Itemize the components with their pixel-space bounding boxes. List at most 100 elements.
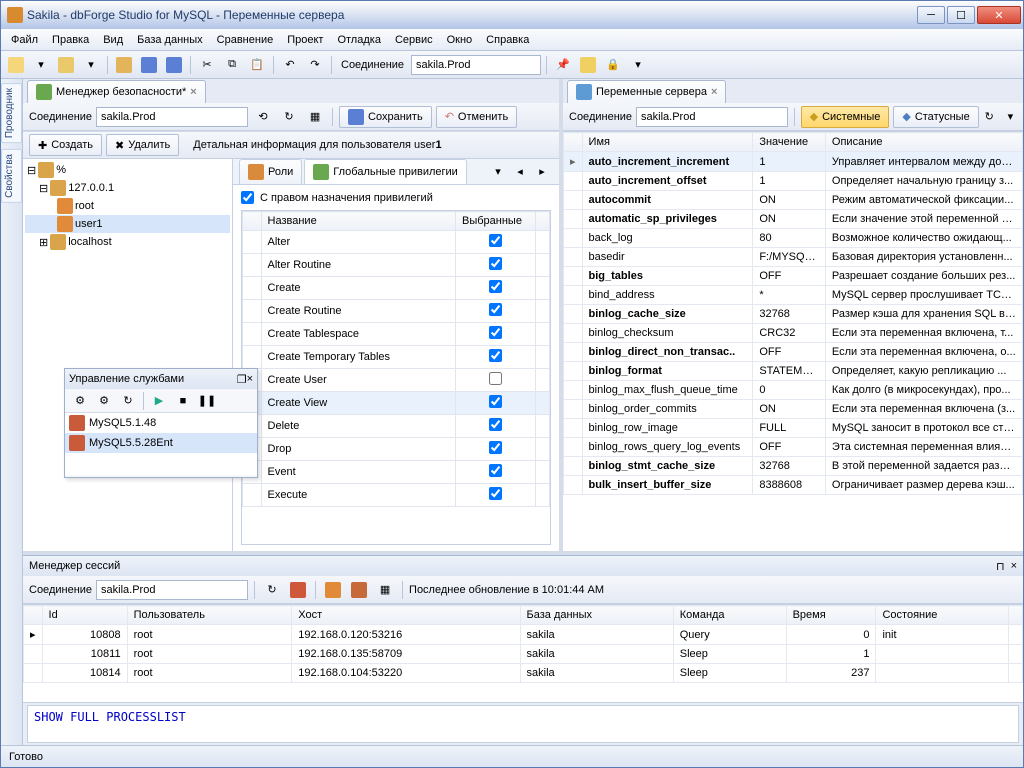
delete-button[interactable]: ✖Удалить: [106, 134, 179, 156]
var-row[interactable]: automatic_sp_privilegesONЕсли значение э…: [564, 210, 1023, 229]
menu-Отладка[interactable]: Отладка: [331, 32, 386, 48]
vars-grid[interactable]: ИмяЗначениеОписание ▸auto_increment_incr…: [563, 131, 1023, 551]
priv-row[interactable]: Delete: [243, 415, 550, 438]
close-button[interactable]: ✕: [977, 6, 1021, 24]
more-icon[interactable]: ▾: [1004, 106, 1017, 128]
tab-roles[interactable]: Роли: [239, 159, 302, 184]
var-row[interactable]: auto_increment_offset1Определяет начальн…: [564, 172, 1023, 191]
sec-conn-dropdown[interactable]: [96, 107, 248, 127]
saveall-icon[interactable]: [163, 54, 185, 76]
redo-icon[interactable]: ↷: [304, 54, 326, 76]
var-row[interactable]: bulk_insert_buffer_size8388608Ограничива…: [564, 476, 1023, 495]
more-icon[interactable]: ▾: [627, 54, 649, 76]
conn-dropdown[interactable]: [411, 55, 541, 75]
services-list[interactable]: MySQL5.1.48 MySQL5.5.28Ent: [65, 413, 257, 475]
tab-right-icon[interactable]: ▸: [531, 161, 553, 183]
save-button[interactable]: Сохранить: [339, 106, 432, 128]
close-tab-icon[interactable]: ×: [190, 86, 196, 98]
var-row[interactable]: binlog_rows_query_log_eventsOFFЭта систе…: [564, 438, 1023, 457]
system-vars-button[interactable]: ◆Системные: [801, 106, 890, 128]
session-grid[interactable]: IdПользовательХостБаза данныхКомандаВрем…: [23, 604, 1023, 703]
create-button[interactable]: ✚Создать: [29, 134, 102, 156]
tab-left-icon[interactable]: ◂: [509, 161, 531, 183]
var-row[interactable]: big_tablesOFFРазрешает создание больших …: [564, 267, 1023, 286]
var-row[interactable]: binlog_order_commitsONЕсли эта переменна…: [564, 400, 1023, 419]
var-row[interactable]: autocommitONРежим автоматической фиксаци…: [564, 191, 1023, 210]
kill-icon[interactable]: [287, 579, 309, 601]
session-row[interactable]: 10811root192.168.0.135:58709sakilaSleep1: [24, 645, 1023, 664]
var-row[interactable]: binlog_max_flush_queue_time0Как долго (в…: [564, 381, 1023, 400]
lock-icon[interactable]: 🔒: [602, 54, 624, 76]
grid-icon[interactable]: ▦: [304, 106, 326, 128]
pin-icon[interactable]: 📌: [552, 54, 574, 76]
minimize-button[interactable]: ─: [917, 6, 945, 24]
priv-row[interactable]: Create Temporary Tables: [243, 346, 550, 369]
menu-Окно[interactable]: Окно: [441, 32, 479, 48]
close-icon[interactable]: ×: [247, 373, 253, 385]
var-row[interactable]: back_log80Возможное количество ожидающ..…: [564, 229, 1023, 248]
grid-icon[interactable]: ▦: [374, 579, 396, 601]
close-tab-icon[interactable]: ×: [711, 86, 717, 98]
tab-opts-icon[interactable]: ▾: [487, 161, 509, 183]
open-icon[interactable]: [113, 54, 135, 76]
refresh-icon[interactable]: ↻: [117, 390, 139, 412]
session-row[interactable]: ▸10808root192.168.0.120:53216sakilaQuery…: [24, 625, 1023, 645]
menu-Вид[interactable]: Вид: [97, 32, 129, 48]
menu-Справка[interactable]: Справка: [480, 32, 535, 48]
new-icon[interactable]: ▾: [30, 54, 52, 76]
window-icon[interactable]: ❐: [237, 373, 247, 386]
priv-row[interactable]: Create Tablespace: [243, 323, 550, 346]
maximize-button[interactable]: ☐: [947, 6, 975, 24]
tab-global-privs[interactable]: Глобальные привилегии: [304, 159, 467, 184]
var-row[interactable]: binlog_direct_non_transac..OFFЕсли эта п…: [564, 343, 1023, 362]
sql-icon[interactable]: [5, 54, 27, 76]
session-row[interactable]: 10814root192.168.0.104:53220sakilaSleep2…: [24, 664, 1023, 683]
menu-Проект[interactable]: Проект: [281, 32, 329, 48]
var-row[interactable]: bind_address*MySQL сервер прослушивает T…: [564, 286, 1023, 305]
var-row[interactable]: binlog_row_imageFULLMySQL заносит в прот…: [564, 419, 1023, 438]
pause-icon[interactable]: ❚❚: [196, 390, 218, 412]
user2-icon[interactable]: [348, 579, 370, 601]
refresh-icon[interactable]: ⟲: [252, 106, 274, 128]
priv-row[interactable]: Execute: [243, 484, 550, 507]
close-icon[interactable]: ×: [1011, 560, 1017, 572]
sidetab-properties[interactable]: Свойства: [1, 149, 22, 203]
menu-Сервис[interactable]: Сервис: [389, 32, 439, 48]
menu-Правка[interactable]: Правка: [46, 32, 95, 48]
sidetab-explorer[interactable]: Проводник: [1, 83, 22, 143]
var-row[interactable]: binlog_stmt_cache_size32768В этой переме…: [564, 457, 1023, 476]
user-tree[interactable]: ⊟ % ⊟ 127.0.0.1 root user1 ⊞ localhost: [23, 159, 233, 551]
refresh-icon[interactable]: ↻: [983, 106, 996, 128]
edit-icon[interactable]: [577, 54, 599, 76]
priv-row[interactable]: Alter: [243, 231, 550, 254]
status-vars-button[interactable]: ◆Статусные: [893, 106, 978, 128]
priv-row[interactable]: ▸Create View: [243, 392, 550, 415]
gear-icon[interactable]: ⚙: [69, 390, 91, 412]
menu-Сравнение[interactable]: Сравнение: [211, 32, 280, 48]
priv-row[interactable]: Create: [243, 277, 550, 300]
stop-icon[interactable]: ■: [172, 390, 194, 412]
menu-База данных[interactable]: База данных: [131, 32, 209, 48]
tab-server-vars[interactable]: Переменные сервера ×: [567, 80, 726, 103]
var-row[interactable]: basedirF:/MYSQL...Базовая директория уст…: [564, 248, 1023, 267]
cancel-button[interactable]: ↶Отменить: [436, 106, 517, 128]
services-panel[interactable]: Управление службами❐ × ⚙ ⚙ ↻ ▶ ■ ❚❚ MySQ…: [64, 368, 258, 478]
var-row[interactable]: binlog_formatSTATEMENTОпределяет, какую …: [564, 362, 1023, 381]
var-row[interactable]: ▸auto_increment_increment1Управляет инте…: [564, 152, 1023, 172]
copy-icon[interactable]: ⧉: [221, 54, 243, 76]
var-row[interactable]: binlog_cache_size32768Размер кэша для хр…: [564, 305, 1023, 324]
priv-row[interactable]: Alter Routine: [243, 254, 550, 277]
refresh2-icon[interactable]: ↻: [278, 106, 300, 128]
priv-row[interactable]: Event: [243, 461, 550, 484]
vars-conn-dropdown[interactable]: [636, 107, 788, 127]
priv-row[interactable]: Create User: [243, 369, 550, 392]
refresh-icon[interactable]: ↻: [261, 579, 283, 601]
gear2-icon[interactable]: ⚙: [93, 390, 115, 412]
cut-icon[interactable]: ✂: [196, 54, 218, 76]
play-icon[interactable]: ▶: [148, 390, 170, 412]
privileges-grid[interactable]: НазваниеВыбранные AlterAlter RoutineCrea…: [241, 210, 551, 545]
paste-icon[interactable]: 📋: [246, 54, 268, 76]
user-icon[interactable]: [322, 579, 344, 601]
tab-security-manager[interactable]: Менеджер безопасности* ×: [27, 80, 206, 103]
priv-row[interactable]: Drop: [243, 438, 550, 461]
